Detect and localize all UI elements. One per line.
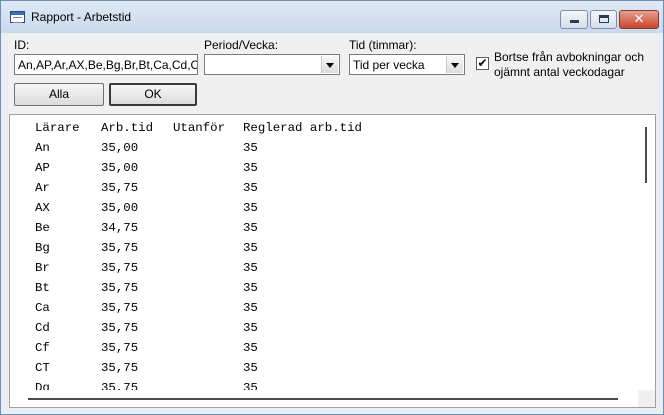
tid-label: Tid (timmar):: [349, 38, 417, 52]
report-row-worktime: 35,00: [101, 141, 139, 155]
report-row-regulated: 35: [243, 321, 258, 335]
report-row-worktime: 35,75: [101, 301, 139, 315]
report-row-worktime: 35,75: [101, 181, 139, 195]
report-row-teacher: Be: [35, 221, 50, 235]
ok-button[interactable]: OK: [109, 83, 197, 106]
report-row-worktime: 34,75: [101, 221, 139, 235]
report-row-regulated: 35: [243, 181, 258, 195]
report-panel[interactable]: Lärare Arb.tid Utanför Reglerad arb.tid An 35…: [9, 114, 656, 408]
checkbox-label-line2: ojämnt antal veckodagar: [494, 65, 625, 79]
report-row-worktime: 35,75: [101, 241, 139, 255]
window-app-icon: [10, 11, 25, 23]
report-row-teacher: Ar: [35, 181, 50, 195]
period-dropdown-arrow-icon[interactable]: [321, 56, 338, 73]
report-row-regulated: 35: [243, 201, 258, 215]
tid-dropdown-arrow-icon[interactable]: [446, 56, 463, 73]
close-icon: ✕: [633, 12, 645, 27]
report-row-teacher: Cd: [35, 321, 50, 335]
minimize-icon: [570, 20, 579, 23]
report-header-regulated: Reglerad arb.tid: [243, 121, 362, 135]
horizontal-scrollbar[interactable]: [10, 390, 655, 407]
report-row-teacher: CT: [35, 361, 50, 375]
report-row-regulated: 35: [243, 141, 258, 155]
period-label: Period/Vecka:: [204, 38, 279, 52]
tid-value: Tid per vecka: [353, 58, 425, 72]
report-row-regulated: 35: [243, 281, 258, 295]
window-title: Rapport - Arbetstid: [31, 10, 132, 24]
tid-select[interactable]: Tid per vecka: [349, 54, 465, 75]
size-grip[interactable]: [638, 390, 655, 407]
report-row-regulated: 35: [243, 161, 258, 175]
ignore-cancellations-checkbox[interactable]: ✔: [476, 57, 489, 70]
close-button[interactable]: ✕: [619, 10, 659, 29]
horizontal-scroll-thumb[interactable]: [28, 398, 618, 400]
report-row-worktime: 35,75: [101, 321, 139, 335]
report-row-teacher: Br: [35, 261, 50, 275]
report-row-regulated: 35: [243, 241, 258, 255]
period-select[interactable]: [204, 54, 340, 75]
report-row-worktime: 35,00: [101, 201, 139, 215]
report-row-worktime: 35,75: [101, 341, 139, 355]
id-label: ID:: [14, 38, 30, 52]
report-window: Rapport - Arbetstid ✕ ID: An,AP,Ar,AX,Be…: [0, 0, 664, 415]
report-row-worktime: 35,75: [101, 281, 139, 295]
report-row-teacher: AX: [35, 201, 50, 215]
report-row-teacher: Bt: [35, 281, 50, 295]
id-field[interactable]: An,AP,Ar,AX,Be,Bg,Br,Bt,Ca,Cd,C: [14, 54, 198, 75]
report-row-teacher: AP: [35, 161, 50, 175]
report-row-teacher: Ca: [35, 301, 50, 315]
report-row-teacher: Cf: [35, 341, 50, 355]
report-row-worktime: 35,00: [101, 161, 139, 175]
minimize-button[interactable]: [560, 10, 588, 29]
report-row-regulated: 35: [243, 301, 258, 315]
maximize-icon: [599, 15, 609, 23]
report-header-worktime: Arb.tid: [101, 121, 154, 135]
vertical-scrollbar[interactable]: [638, 115, 655, 391]
report-row-regulated: 35: [243, 221, 258, 235]
report-row-worktime: 35,75: [101, 361, 139, 375]
report-header-teacher: Lärare: [35, 121, 80, 135]
maximize-button[interactable]: [590, 10, 617, 29]
checkbox-label-line1: Bortse från avbokningar och: [494, 50, 645, 64]
title-bar[interactable]: Rapport - Arbetstid ✕: [1, 1, 663, 33]
report-row-regulated: 35: [243, 341, 258, 355]
report-row-teacher: An: [35, 141, 50, 155]
report-row-worktime: 35,75: [101, 261, 139, 275]
alla-button[interactable]: Alla: [14, 83, 104, 106]
vertical-scroll-thumb[interactable]: [645, 127, 647, 183]
report-header-outside: Utanför: [173, 121, 226, 135]
report-row-regulated: 35: [243, 361, 258, 375]
report-row-teacher: Bg: [35, 241, 50, 255]
report-row-regulated: 35: [243, 261, 258, 275]
